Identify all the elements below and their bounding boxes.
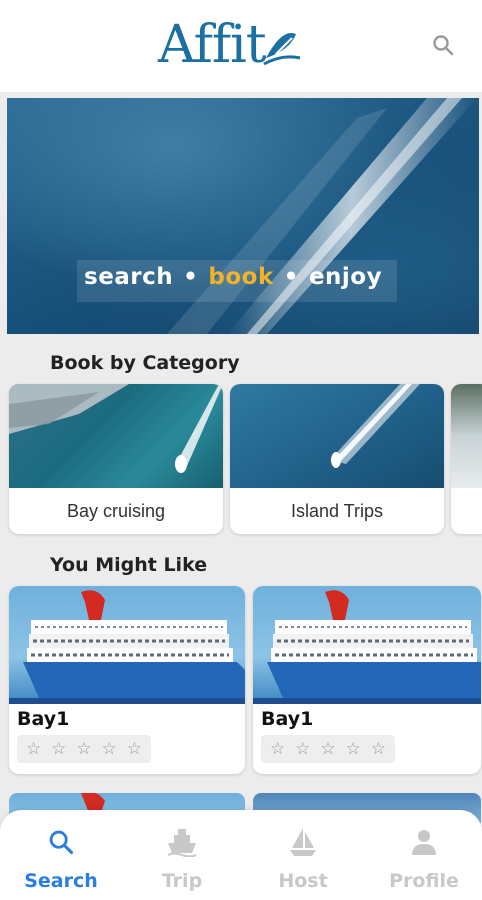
category-image — [9, 384, 223, 488]
boat-wake-image — [77, 98, 477, 334]
category-section-title: Book by Category — [50, 352, 240, 374]
hero-tagline: search • book • enjoy — [84, 264, 382, 290]
cruise-ship-image — [253, 586, 481, 704]
sailboat-logo-icon — [262, 33, 300, 66]
star-icon: ☆ — [25, 739, 42, 759]
category-label: Bay cruising — [66, 500, 166, 521]
category-label: Island Trips — [290, 500, 384, 521]
tab-search[interactable]: Search — [6, 810, 116, 900]
category-card-bay-cruising[interactable]: Bay cruising — [9, 384, 223, 534]
tab-trip[interactable]: Trip — [127, 810, 237, 900]
tagline-separator: • — [283, 264, 299, 290]
tagline-book: book — [208, 264, 274, 290]
tagline-search: search — [84, 264, 174, 290]
star-icon: ☆ — [269, 739, 286, 759]
search-icon — [49, 830, 74, 855]
category-card-island-trips[interactable]: Island Trips — [230, 384, 444, 534]
category-image — [230, 384, 444, 488]
tab-host[interactable]: Host — [248, 810, 358, 900]
star-rating: ☆ ☆ ☆ ☆ ☆ — [17, 735, 151, 763]
star-icon: ☆ — [101, 739, 117, 759]
star-icon: ☆ — [320, 739, 336, 759]
star-icon: ☆ — [126, 739, 142, 759]
search-icon — [433, 35, 454, 56]
tab-label: Trip — [161, 870, 203, 892]
bottom-tab-bar: Search Trip Host Profile — [0, 810, 482, 900]
sailboat-icon — [290, 828, 316, 856]
affito-logo: Affit — [158, 14, 302, 76]
tab-label: Profile — [389, 870, 459, 892]
star-icon: ☆ — [370, 739, 386, 759]
cruise-ship-image — [9, 586, 245, 704]
person-icon — [412, 830, 436, 855]
search-button[interactable] — [428, 30, 458, 60]
star-rating: ☆ ☆ ☆ ☆ ☆ — [261, 735, 395, 763]
listing-name: Bay1 — [261, 708, 314, 730]
tab-profile[interactable]: Profile — [369, 810, 479, 900]
ship-icon — [167, 829, 197, 857]
tagline-separator: • — [183, 264, 199, 290]
you-might-like-title: You Might Like — [50, 554, 208, 576]
star-icon: ☆ — [295, 739, 311, 759]
category-image — [451, 384, 482, 488]
hero-banner — [7, 98, 479, 334]
listing-name: Bay1 — [17, 708, 70, 730]
logo-text: Affit — [158, 15, 267, 75]
listing-card[interactable]: Bay1 ☆ ☆ ☆ ☆ ☆ — [9, 586, 245, 774]
tagline-enjoy: enjoy — [308, 264, 383, 290]
listing-card[interactable]: Bay1 ☆ ☆ ☆ ☆ ☆ — [253, 586, 481, 774]
category-card-partial[interactable] — [451, 384, 482, 534]
star-icon: ☆ — [76, 739, 92, 759]
app-header: Affit — [0, 0, 482, 92]
star-icon: ☆ — [345, 739, 361, 759]
tab-label: Host — [278, 870, 328, 892]
tab-label: Search — [24, 870, 98, 892]
star-icon: ☆ — [51, 739, 67, 759]
